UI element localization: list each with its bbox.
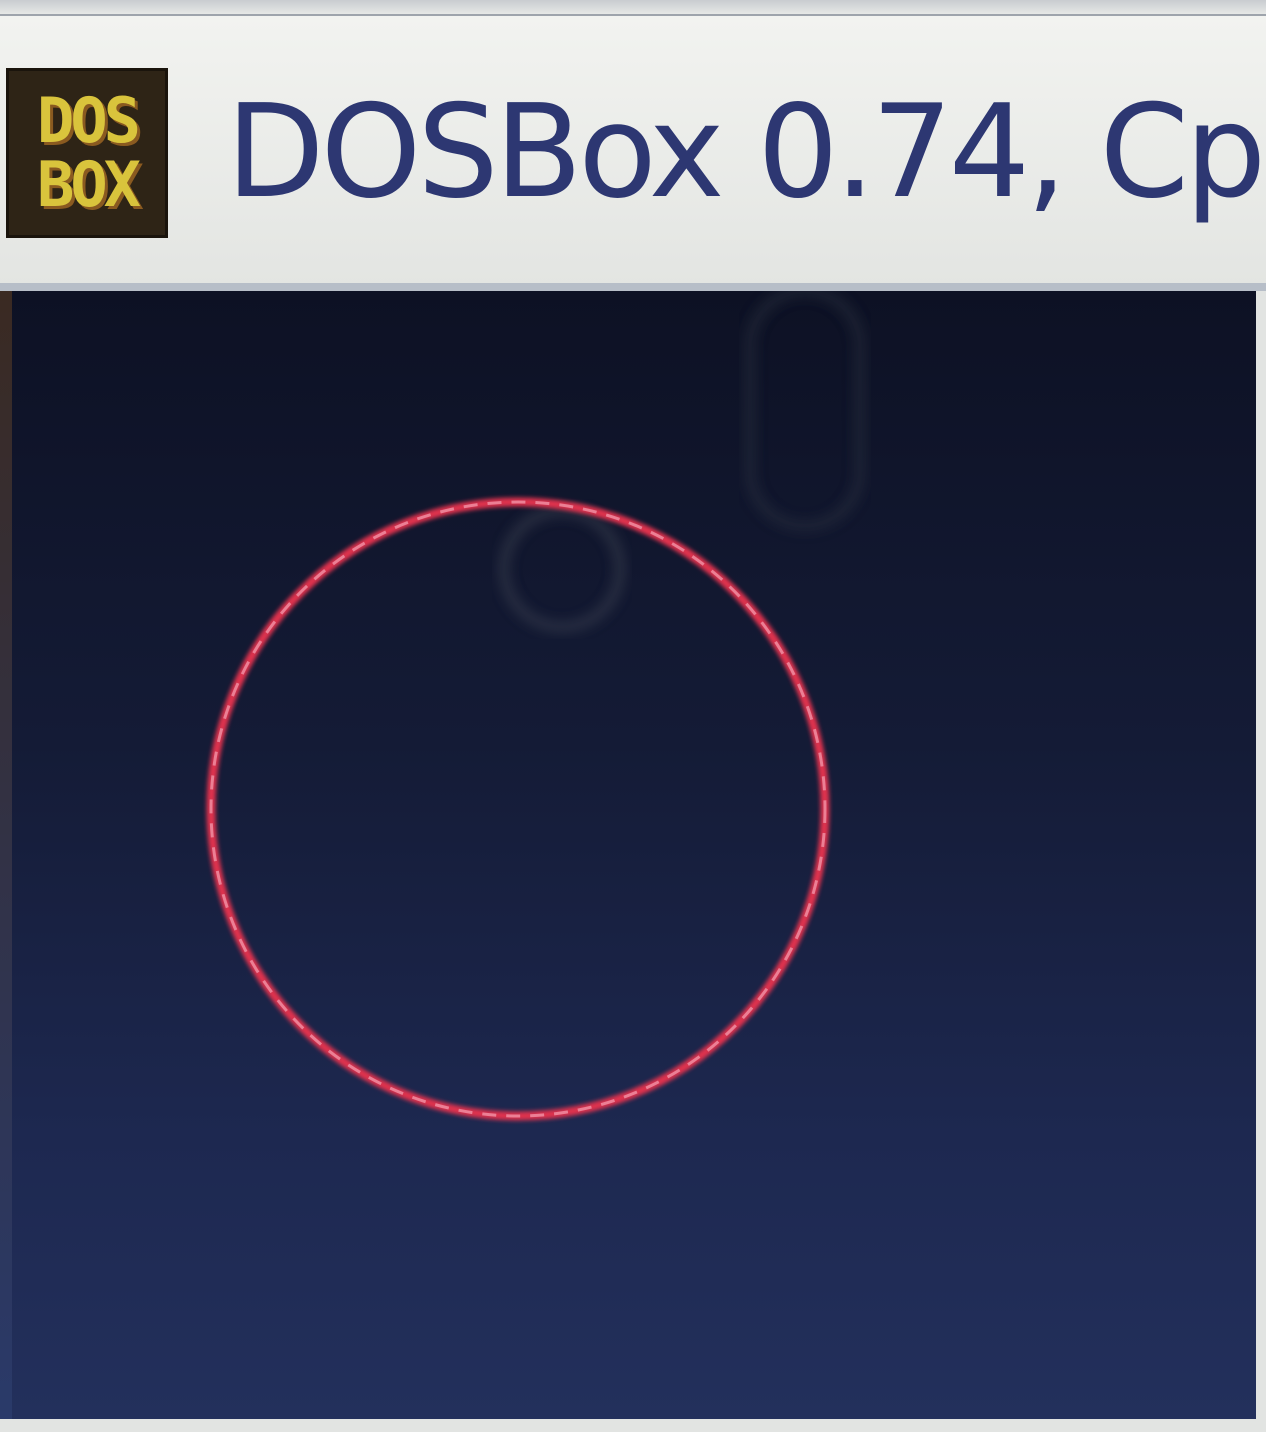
screen-reflection-ring [499, 506, 625, 632]
window-title: DOSBox 0.74, Cpu s [226, 78, 1266, 227]
dos-screen[interactable] [12, 291, 1256, 1419]
window-right-border [1256, 291, 1266, 1432]
screen-reflection-shape [745, 291, 865, 531]
titlebar-divider [0, 283, 1266, 291]
dosbox-app-icon[interactable]: DOS BOX [6, 68, 168, 238]
icon-text-box: BOX [37, 148, 141, 221]
screen-graphics [206, 291, 865, 1121]
title-bar[interactable]: DOS BOX DOSBox 0.74, Cpu s [0, 16, 1266, 286]
icon-text-dos: DOS [37, 84, 141, 157]
window-bottom-border [0, 1419, 1266, 1432]
red-circle-outline [206, 497, 830, 1121]
window-top-edge [0, 0, 1266, 16]
dosbox-window: DOS BOX DOSBox 0.74, Cpu s [0, 0, 1266, 1432]
